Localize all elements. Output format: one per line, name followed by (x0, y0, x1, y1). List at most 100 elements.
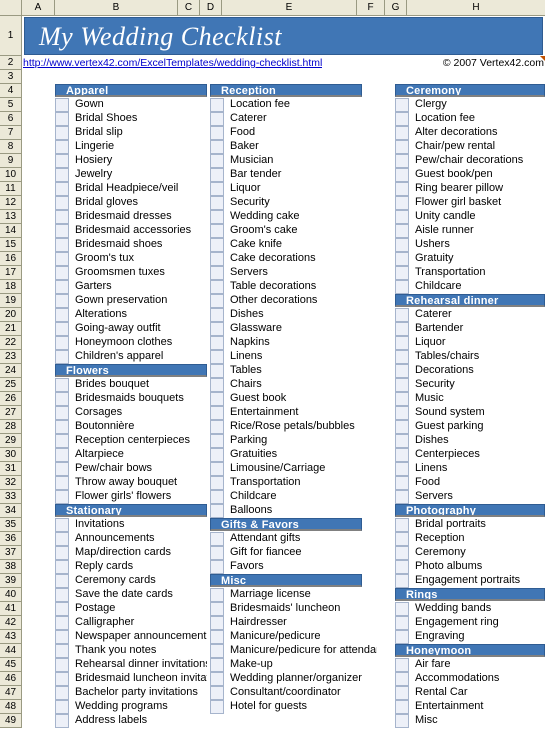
checklist-item-label[interactable]: Boutonnière (72, 420, 207, 434)
row-header-39[interactable]: 39 (0, 574, 22, 588)
row-header-19[interactable]: 19 (0, 294, 22, 308)
checklist-checkbox-cell[interactable] (395, 392, 409, 406)
row-header-31[interactable]: 31 (0, 462, 22, 476)
checklist-item-label[interactable]: Servers (227, 266, 377, 280)
checklist-checkbox-cell[interactable] (210, 406, 224, 420)
checklist-item-label[interactable]: Location fee (227, 98, 377, 112)
checklist-item-label[interactable]: Hotel for guests (227, 700, 377, 714)
checklist-item-label[interactable]: Announcements (72, 532, 207, 546)
checklist-item-label[interactable]: Reception centerpieces (72, 434, 207, 448)
checklist-item-label[interactable]: Aisle runner (412, 224, 545, 238)
checklist-checkbox-cell[interactable] (55, 392, 69, 406)
checklist-item-label[interactable]: Hairdresser (227, 616, 377, 630)
checklist-checkbox-cell[interactable] (395, 518, 409, 532)
checklist-item-label[interactable]: Balloons (227, 504, 377, 518)
checklist-item-label[interactable]: Address labels (72, 714, 207, 728)
checklist-checkbox-cell[interactable] (210, 630, 224, 644)
checklist-checkbox-cell[interactable] (210, 126, 224, 140)
checklist-checkbox-cell[interactable] (55, 322, 69, 336)
row-header-29[interactable]: 29 (0, 434, 22, 448)
checklist-checkbox-cell[interactable] (395, 336, 409, 350)
column-header-A[interactable]: A (22, 0, 55, 15)
checklist-checkbox-cell[interactable] (395, 630, 409, 644)
checklist-item-label[interactable]: Caterer (412, 308, 545, 322)
checklist-item-label[interactable]: Bridesmaid dresses (72, 210, 207, 224)
checklist-item-label[interactable]: Altarpiece (72, 448, 207, 462)
checklist-checkbox-cell[interactable] (395, 560, 409, 574)
checklist-item-label[interactable]: Linens (227, 350, 377, 364)
section-header[interactable]: Photography (395, 504, 545, 517)
checklist-checkbox-cell[interactable] (210, 308, 224, 322)
row-header-14[interactable]: 14 (0, 224, 22, 238)
row-header-21[interactable]: 21 (0, 322, 22, 336)
row-header-22[interactable]: 22 (0, 336, 22, 350)
checklist-item-label[interactable]: Going-away outfit (72, 322, 207, 336)
checklist-checkbox-cell[interactable] (210, 336, 224, 350)
checklist-checkbox-cell[interactable] (210, 140, 224, 154)
checklist-checkbox-cell[interactable] (55, 476, 69, 490)
checklist-checkbox-cell[interactable] (210, 364, 224, 378)
checklist-checkbox-cell[interactable] (210, 112, 224, 126)
checklist-item-label[interactable]: Calligrapher (72, 616, 207, 630)
checklist-checkbox-cell[interactable] (55, 112, 69, 126)
checklist-checkbox-cell[interactable] (395, 210, 409, 224)
checklist-item-label[interactable]: Honeymoon clothes (72, 336, 207, 350)
row-header-45[interactable]: 45 (0, 658, 22, 672)
checklist-item-label[interactable]: Map/direction cards (72, 546, 207, 560)
checklist-checkbox-cell[interactable] (395, 574, 409, 588)
checklist-item-label[interactable]: Accommodations (412, 672, 545, 686)
checklist-item-label[interactable]: Food (227, 126, 377, 140)
checklist-checkbox-cell[interactable] (210, 476, 224, 490)
checklist-checkbox-cell[interactable] (55, 126, 69, 140)
checklist-item-label[interactable]: Air fare (412, 658, 545, 672)
checklist-checkbox-cell[interactable] (395, 420, 409, 434)
checklist-checkbox-cell[interactable] (210, 532, 224, 546)
checklist-checkbox-cell[interactable] (210, 322, 224, 336)
row-header-18[interactable]: 18 (0, 280, 22, 294)
checklist-checkbox-cell[interactable] (55, 462, 69, 476)
section-header[interactable]: Flowers (55, 364, 207, 377)
row-header-16[interactable]: 16 (0, 252, 22, 266)
checklist-checkbox-cell[interactable] (395, 546, 409, 560)
section-header[interactable]: Rehearsal dinner (395, 294, 545, 307)
checklist-checkbox-cell[interactable] (395, 434, 409, 448)
checklist-item-label[interactable]: Security (227, 196, 377, 210)
checklist-checkbox-cell[interactable] (55, 210, 69, 224)
row-header-27[interactable]: 27 (0, 406, 22, 420)
checklist-item-label[interactable]: Misc (412, 714, 545, 728)
checklist-checkbox-cell[interactable] (55, 588, 69, 602)
checklist-checkbox-cell[interactable] (55, 280, 69, 294)
checklist-item-label[interactable]: Entertainment (412, 700, 545, 714)
checklist-item-label[interactable]: Cake knife (227, 238, 377, 252)
checklist-item-label[interactable]: Dishes (227, 308, 377, 322)
checklist-checkbox-cell[interactable] (395, 98, 409, 112)
checklist-item-label[interactable]: Gift for fiancee (227, 546, 377, 560)
checklist-checkbox-cell[interactable] (395, 378, 409, 392)
checklist-checkbox-cell[interactable] (395, 182, 409, 196)
section-header[interactable]: Gifts & Favors (210, 518, 362, 531)
checklist-checkbox-cell[interactable] (210, 210, 224, 224)
checklist-checkbox-cell[interactable] (55, 518, 69, 532)
checklist-checkbox-cell[interactable] (210, 280, 224, 294)
checklist-checkbox-cell[interactable] (210, 546, 224, 560)
checklist-item-label[interactable]: Alter decorations (412, 126, 545, 140)
checklist-checkbox-cell[interactable] (395, 448, 409, 462)
checklist-item-label[interactable]: Invitations (72, 518, 207, 532)
checklist-checkbox-cell[interactable] (395, 462, 409, 476)
checklist-item-label[interactable]: Manicure/pedicure (227, 630, 377, 644)
checklist-checkbox-cell[interactable] (395, 252, 409, 266)
row-header-33[interactable]: 33 (0, 490, 22, 504)
checklist-checkbox-cell[interactable] (210, 462, 224, 476)
column-header-E[interactable]: E (222, 0, 357, 15)
checklist-checkbox-cell[interactable] (210, 238, 224, 252)
checklist-item-label[interactable]: Reception (412, 532, 545, 546)
checklist-checkbox-cell[interactable] (395, 686, 409, 700)
section-header[interactable]: Misc (210, 574, 362, 587)
checklist-item-label[interactable]: Gown (72, 98, 207, 112)
checklist-checkbox-cell[interactable] (55, 546, 69, 560)
checklist-checkbox-cell[interactable] (55, 182, 69, 196)
row-header-8[interactable]: 8 (0, 140, 22, 154)
checklist-item-label[interactable]: Gratuity (412, 252, 545, 266)
row-header-4[interactable]: 4 (0, 84, 22, 98)
checklist-item-label[interactable]: Linens (412, 462, 545, 476)
